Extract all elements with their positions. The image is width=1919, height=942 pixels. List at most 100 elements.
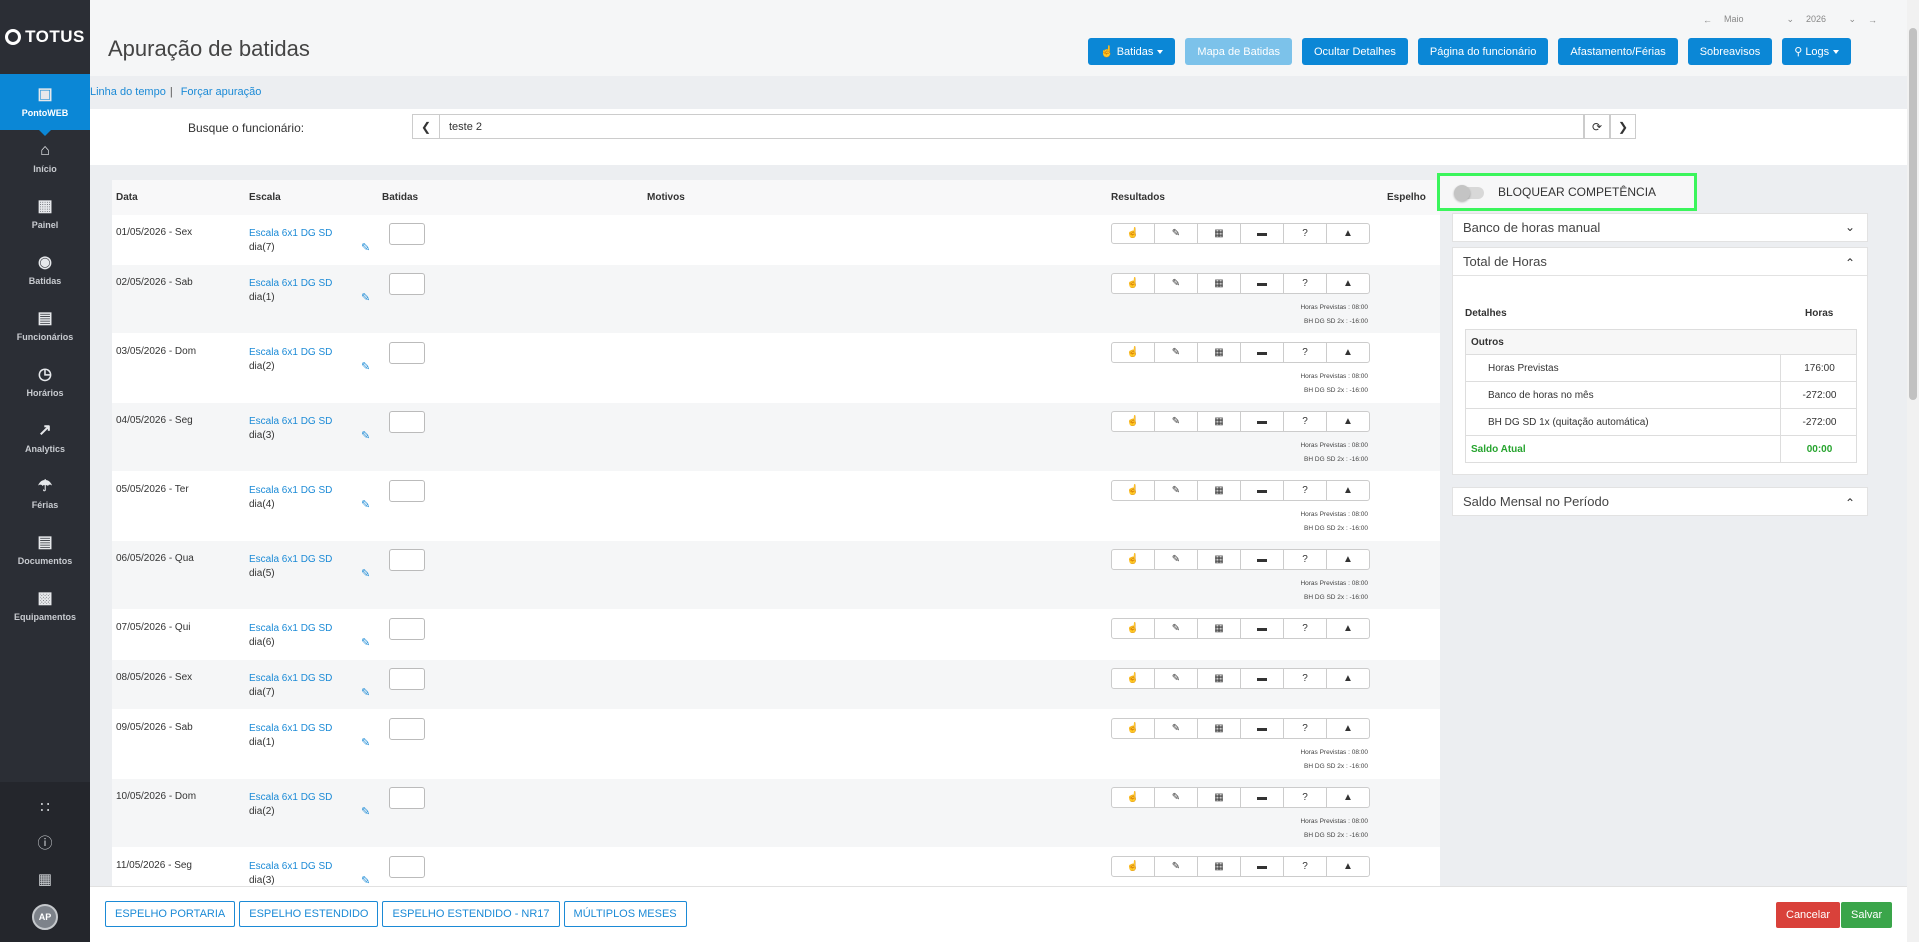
bell-button[interactable]: ▲ <box>1326 480 1370 501</box>
apps-grid-icon[interactable]: ∷ <box>40 796 50 820</box>
bell-button[interactable]: ▲ <box>1326 787 1370 808</box>
thumbs-up-button[interactable]: ☝ <box>1111 342 1155 363</box>
bell-button[interactable]: ▲ <box>1326 618 1370 639</box>
sidebar-item-horarios[interactable]: ◷ Horários <box>0 354 90 410</box>
thumbs-up-button[interactable]: ☝ <box>1111 856 1155 877</box>
sidebar-item-batidas[interactable]: ◉ Batidas <box>0 242 90 298</box>
espelho-estendido-nr17-button[interactable]: ESPELHO ESTENDIDO - NR17 <box>382 901 560 927</box>
scrollbar-thumb[interactable] <box>1909 28 1917 400</box>
calendar-button[interactable]: ▦ <box>1197 668 1241 689</box>
calendar-button[interactable]: ▦ <box>1197 342 1241 363</box>
multiplos-meses-button[interactable]: MÚLTIPLOS MESES <box>563 901 687 927</box>
batida-input[interactable] <box>389 668 425 690</box>
prev-month-arrow-icon[interactable]: ← <box>1703 15 1712 25</box>
thumbs-up-button[interactable]: ☝ <box>1111 273 1155 294</box>
bell-button[interactable]: ▲ <box>1326 856 1370 877</box>
comment-button[interactable]: ▬ <box>1240 342 1284 363</box>
pencil-button[interactable]: ✎ <box>1154 718 1198 739</box>
thumbs-up-button[interactable]: ☝ <box>1111 480 1155 501</box>
employee-search-input[interactable]: teste 2 <box>440 114 1584 139</box>
refresh-button[interactable]: ⟳ <box>1584 114 1610 139</box>
question-button[interactable]: ? <box>1283 273 1327 294</box>
sidebar-item-documentos[interactable]: ▤ Documentos <box>0 522 90 578</box>
calendar-button[interactable]: ▦ <box>1197 223 1241 244</box>
escala-link[interactable]: Escala 6x1 DG SD <box>249 346 332 360</box>
batida-input[interactable] <box>389 223 425 245</box>
comment-button[interactable]: ▬ <box>1240 223 1284 244</box>
edit-escala-pencil-icon[interactable]: ✎ <box>361 241 370 254</box>
thumbs-up-button[interactable]: ☝ <box>1111 549 1155 570</box>
bloquear-competencia-toggle[interactable] <box>1454 185 1484 201</box>
escala-link[interactable]: Escala 6x1 DG SD <box>249 860 332 874</box>
sidebar-item-ferias[interactable]: ☂ Férias <box>0 466 90 522</box>
prev-employee-button[interactable]: ❮ <box>412 114 440 139</box>
pencil-button[interactable]: ✎ <box>1154 342 1198 363</box>
edit-escala-pencil-icon[interactable]: ✎ <box>361 736 370 749</box>
edit-escala-pencil-icon[interactable]: ✎ <box>361 636 370 649</box>
batidas-dropdown-button[interactable]: ☝ Batidas <box>1088 38 1176 65</box>
pencil-button[interactable]: ✎ <box>1154 618 1198 639</box>
bell-button[interactable]: ▲ <box>1326 718 1370 739</box>
question-button[interactable]: ? <box>1283 342 1327 363</box>
afastamento-ferias-button[interactable]: Afastamento/Férias <box>1558 38 1678 65</box>
year-select[interactable]: 2026 ⌄ <box>1806 14 1856 25</box>
comment-button[interactable]: ▬ <box>1240 618 1284 639</box>
thumbs-up-button[interactable]: ☝ <box>1111 618 1155 639</box>
pencil-button[interactable]: ✎ <box>1154 480 1198 501</box>
batida-input[interactable] <box>389 411 425 433</box>
pencil-button[interactable]: ✎ <box>1154 223 1198 244</box>
forcar-apuracao-link[interactable]: Forçar apuração <box>181 86 262 98</box>
pencil-button[interactable]: ✎ <box>1154 273 1198 294</box>
sidebar-item-painel[interactable]: ▦ Painel <box>0 186 90 242</box>
bell-button[interactable]: ▲ <box>1326 411 1370 432</box>
pencil-button[interactable]: ✎ <box>1154 856 1198 877</box>
comment-button[interactable]: ▬ <box>1240 273 1284 294</box>
question-button[interactable]: ? <box>1283 718 1327 739</box>
question-button[interactable]: ? <box>1283 411 1327 432</box>
linha-do-tempo-link[interactable]: Linha do tempo <box>90 86 166 98</box>
calendar-button[interactable]: ▦ <box>1197 273 1241 294</box>
question-button[interactable]: ? <box>1283 549 1327 570</box>
comment-button[interactable]: ▬ <box>1240 549 1284 570</box>
escala-link[interactable]: Escala 6x1 DG SD <box>249 791 332 805</box>
question-button[interactable]: ? <box>1283 668 1327 689</box>
thumbs-up-button[interactable]: ☝ <box>1111 411 1155 432</box>
batida-input[interactable] <box>389 718 425 740</box>
espelho-estendido-button[interactable]: ESPELHO ESTENDIDO <box>239 901 379 927</box>
escala-link[interactable]: Escala 6x1 DG SD <box>249 553 332 567</box>
sidebar-item-funcionarios[interactable]: ▤ Funcionários <box>0 298 90 354</box>
thumbs-up-button[interactable]: ☝ <box>1111 787 1155 808</box>
batida-input[interactable] <box>389 480 425 502</box>
save-button[interactable]: Salvar <box>1841 902 1893 928</box>
building-icon[interactable]: ▦ <box>38 868 52 892</box>
bell-button[interactable]: ▲ <box>1326 342 1370 363</box>
comment-button[interactable]: ▬ <box>1240 668 1284 689</box>
escala-link[interactable]: Escala 6x1 DG SD <box>249 227 332 241</box>
calendar-button[interactable]: ▦ <box>1197 718 1241 739</box>
escala-link[interactable]: Escala 6x1 DG SD <box>249 722 332 736</box>
escala-link[interactable]: Escala 6x1 DG SD <box>249 622 332 636</box>
question-button[interactable]: ? <box>1283 618 1327 639</box>
escala-link[interactable]: Escala 6x1 DG SD <box>249 672 332 686</box>
batida-input[interactable] <box>389 856 425 878</box>
pencil-button[interactable]: ✎ <box>1154 668 1198 689</box>
pencil-button[interactable]: ✎ <box>1154 411 1198 432</box>
escala-link[interactable]: Escala 6x1 DG SD <box>249 415 332 429</box>
thumbs-up-button[interactable]: ☝ <box>1111 718 1155 739</box>
question-button[interactable]: ? <box>1283 856 1327 877</box>
comment-button[interactable]: ▬ <box>1240 856 1284 877</box>
edit-escala-pencil-icon[interactable]: ✎ <box>361 360 370 373</box>
calendar-button[interactable]: ▦ <box>1197 787 1241 808</box>
question-button[interactable]: ? <box>1283 480 1327 501</box>
total-horas-header[interactable]: Total de Horas ⌃ <box>1452 247 1868 276</box>
totvs-logo[interactable]: TOTUS <box>0 0 90 74</box>
sidebar-item-equipamentos[interactable]: ▩ Equipamentos <box>0 578 90 634</box>
calendar-button[interactable]: ▦ <box>1197 480 1241 501</box>
thumbs-up-button[interactable]: ☝ <box>1111 223 1155 244</box>
sidebar-item-analytics[interactable]: ↗ Analytics <box>0 410 90 466</box>
comment-button[interactable]: ▬ <box>1240 480 1284 501</box>
sidebar-item-inicio[interactable]: ⌂ Início <box>0 130 90 186</box>
saldo-mensal-header[interactable]: Saldo Mensal no Período ⌃ <box>1452 487 1868 516</box>
bell-button[interactable]: ▲ <box>1326 549 1370 570</box>
edit-escala-pencil-icon[interactable]: ✎ <box>361 686 370 699</box>
